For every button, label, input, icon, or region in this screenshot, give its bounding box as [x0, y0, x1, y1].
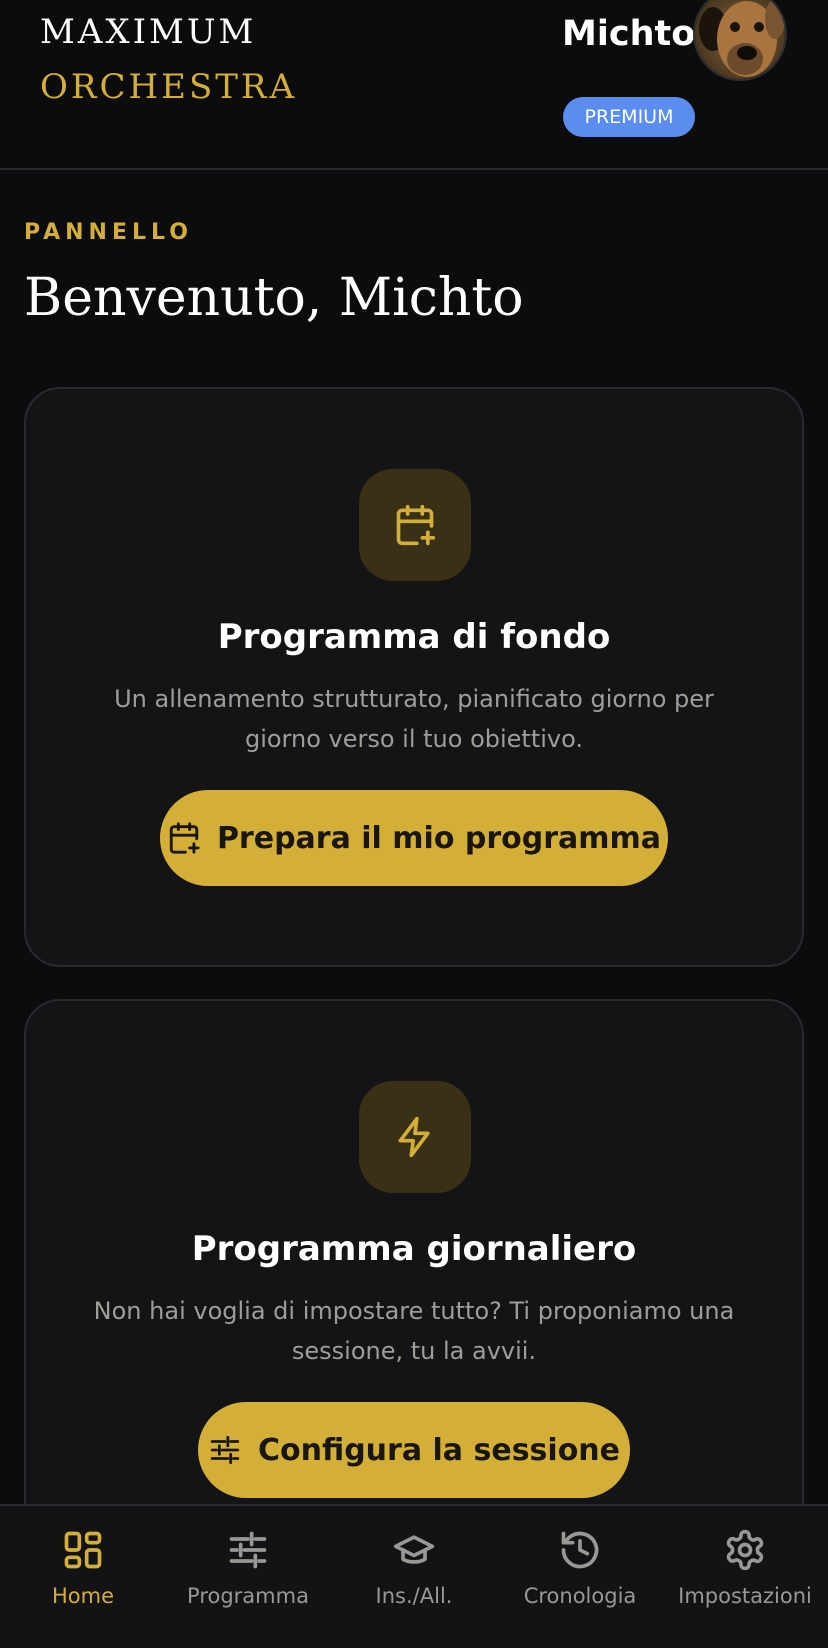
card-background-program: Programma di fondo Un allenamento strutt… [24, 387, 804, 967]
nav-item-label: Ins./All. [375, 1584, 453, 1608]
app-root: MAXIMUM ORCHESTRA Michto PREMIUM PANNELL… [0, 0, 828, 1648]
nav-item-settings[interactable]: Impostazioni [662, 1506, 828, 1648]
prepare-program-button[interactable]: Prepara il mio programma [160, 790, 668, 886]
nav-item-label: Impostazioni [678, 1584, 812, 1608]
gear-icon [726, 1529, 764, 1571]
lightning-icon [398, 1116, 430, 1158]
section-label: PANNELLO [24, 220, 193, 245]
card-icon-container [359, 469, 471, 581]
card-title: Programma giornaliero [191, 1229, 637, 1269]
card-icon-container [359, 1081, 471, 1193]
nav-item-home[interactable]: Home [0, 1506, 166, 1648]
bottom-navigation: Home Programma Ins./All. Cronologia Impo… [0, 1504, 828, 1648]
brand-name-line1[interactable]: MAXIMUM [40, 12, 256, 52]
nav-item-label: Programma [187, 1584, 309, 1608]
calendar-plus-icon [169, 822, 200, 854]
prepare-program-button-label: Prepara il mio programma [216, 820, 662, 856]
configure-session-button[interactable]: Configura la sessione [198, 1402, 630, 1498]
app-header: MAXIMUM ORCHESTRA Michto PREMIUM [0, 0, 828, 170]
history-icon [561, 1531, 599, 1569]
nav-item-teaching[interactable]: Ins./All. [331, 1506, 497, 1648]
nav-item-label: Cronologia [523, 1584, 637, 1608]
card-description: Un allenamento strutturato, pianificato … [114, 685, 714, 753]
page-title: Benvenuto, Michto [24, 268, 524, 328]
calendar-plus-icon [396, 504, 436, 546]
premium-badge: PREMIUM [563, 97, 695, 137]
user-name[interactable]: Michto [562, 14, 695, 54]
user-avatar[interactable] [693, 0, 787, 81]
grid-icon [64, 1531, 102, 1569]
sliders-icon [210, 1435, 240, 1465]
sliders-icon [229, 1531, 267, 1569]
avatar-image [695, 0, 785, 79]
card-title: Programma di fondo [217, 617, 611, 657]
graduation-cap-icon [393, 1535, 435, 1564]
brand-name-line2[interactable]: ORCHESTRA [40, 67, 297, 107]
configure-session-button-label: Configura la sessione [257, 1432, 621, 1468]
nav-item-label: Home [51, 1584, 114, 1608]
nav-item-program[interactable]: Programma [165, 1506, 331, 1648]
card-description: Non hai voglia di impostare tutto? Ti pr… [93, 1297, 735, 1365]
nav-item-history[interactable]: Cronologia [497, 1506, 663, 1648]
